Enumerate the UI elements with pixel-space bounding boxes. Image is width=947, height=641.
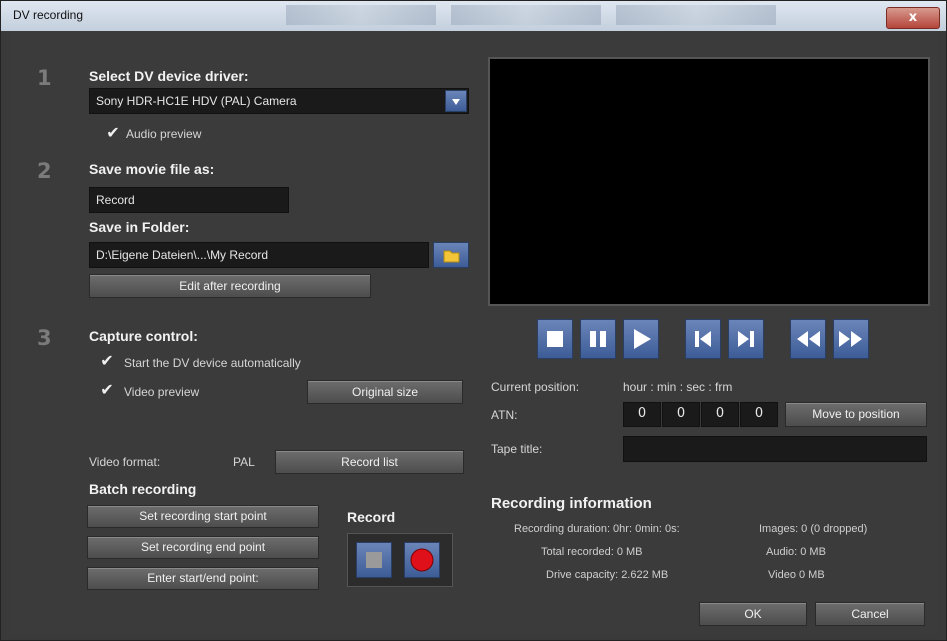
video-preview-area [488,57,930,306]
audio-size: Audio: 0 MB [766,546,826,558]
stop-button[interactable] [537,319,573,359]
device-driver-select[interactable]: Sony HDR-HC1E HDV (PAL) Camera [89,88,469,114]
next-frame-button[interactable] [728,319,764,359]
rewind-button[interactable] [790,319,826,359]
drive-capacity: Drive capacity: 2.622 MB [546,569,669,581]
frame-field[interactable]: 0 [740,402,778,427]
hour-field[interactable]: 0 [623,402,661,427]
video-preview-label: Video preview [124,385,200,399]
capture-control-heading: Capture control: [89,328,198,344]
start-automatically-label: Start the DV device automatically [124,356,301,370]
set-start-point-button[interactable]: Set recording start point [87,505,319,528]
pause-button[interactable] [580,319,616,359]
record-start-button[interactable] [404,542,440,578]
rewind-icon [797,331,820,347]
step-number-3: 3 [37,326,52,350]
play-button[interactable] [623,319,659,359]
save-file-heading: Save movie file as: [89,161,215,177]
batch-recording-heading: Batch recording [89,481,197,497]
total-recorded: Total recorded: 0 MB [541,546,643,558]
record-stop-button[interactable] [356,542,392,578]
set-end-point-button[interactable]: Set recording end point [87,536,319,559]
window-title: DV recording [13,8,84,22]
fast-forward-button[interactable] [833,319,869,359]
step-number-2: 2 [37,159,52,183]
record-icon [410,548,434,572]
move-to-position-button[interactable]: Move to position [785,402,927,427]
cancel-button[interactable]: Cancel [815,602,925,626]
background-blur [286,5,436,25]
recording-duration: Recording duration: 0hr: 0min: 0s: [514,523,680,535]
close-icon[interactable]: x [909,10,917,25]
dropdown-button[interactable] [445,90,467,112]
second-field[interactable]: 0 [701,402,739,427]
device-driver-heading: Select DV device driver: [89,68,249,84]
minute-field[interactable]: 0 [662,402,700,427]
video-size: Video 0 MB [768,569,825,581]
tape-title-label: Tape title: [491,442,543,456]
ok-button[interactable]: OK [699,602,807,626]
video-format-label: Video format: [89,455,161,469]
record-heading: Record [347,509,396,525]
step-number-1: 1 [37,66,52,90]
recording-info-heading: Recording information [491,495,652,512]
edit-after-recording-button[interactable]: Edit after recording [89,274,371,298]
filename-input[interactable]: Record [89,187,289,213]
audio-preview-checkbox[interactable]: ✔ [105,125,121,141]
title-bar: DV recording x [1,1,946,31]
stop-icon [547,331,563,347]
previous-frame-button[interactable] [685,319,721,359]
chevron-down-icon [452,99,460,105]
original-size-button[interactable]: Original size [307,380,463,404]
background-blur [451,5,601,25]
atn-label: ATN: [491,408,518,422]
audio-preview-label: Audio preview [126,127,202,141]
device-driver-value: Sony HDR-HC1E HDV (PAL) Camera [96,94,297,108]
dialog-body: 1 Select DV device driver: Sony HDR-HC1E… [9,31,938,634]
browse-folder-button[interactable] [433,242,469,268]
folder-icon [443,250,460,263]
stop-icon [366,552,382,568]
close-button[interactable]: x [886,7,940,29]
start-automatically-checkbox[interactable]: ✔ [99,353,115,369]
record-controls-group [347,533,453,587]
folder-path-input[interactable]: D:\Eigene Dateien\...\My Record [89,242,429,268]
fast-forward-icon [839,331,862,347]
record-list-button[interactable]: Record list [275,450,464,474]
current-position-label: Current position: [491,380,580,394]
skip-back-icon [695,331,711,347]
save-folder-heading: Save in Folder: [89,219,190,235]
play-icon [634,329,651,349]
tape-title-input[interactable] [623,436,927,462]
background-blur [616,5,776,25]
video-format-value: PAL [233,455,255,469]
enter-start-end-point-button[interactable]: Enter start/end point: [87,567,319,590]
time-format-label: hour : min : sec : frm [623,380,733,394]
pause-icon [590,331,606,347]
images-count: Images: 0 (0 dropped) [759,523,868,535]
skip-forward-icon [738,331,754,347]
video-preview-checkbox[interactable]: ✔ [99,382,115,398]
dv-recording-window: DV recording x 1 Select DV device driver… [0,0,947,641]
